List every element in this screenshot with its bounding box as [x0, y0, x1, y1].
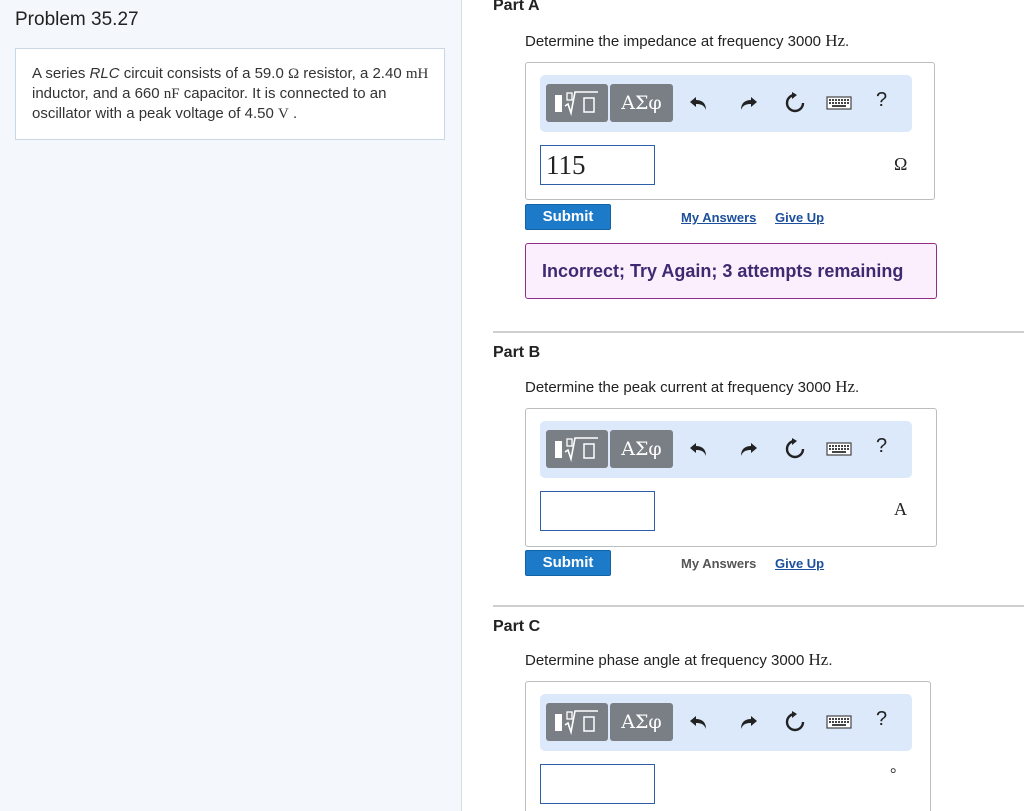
parts-panel: Part A Determine the impedance at freque…: [462, 0, 1024, 811]
undo-icon[interactable]: [684, 434, 714, 464]
part-a-submit-button[interactable]: Submit: [525, 204, 611, 230]
part-a-title: Part A: [493, 0, 540, 14]
part-c-title: Part C: [493, 618, 541, 635]
part-b-my-answers-link[interactable]: My Answers: [681, 556, 756, 571]
help-button[interactable]: ?: [876, 89, 887, 112]
divider: [493, 331, 1024, 333]
reset-icon[interactable]: [780, 707, 810, 737]
divider: [493, 605, 1024, 607]
symbols-button[interactable]: ΑΣφ: [610, 703, 673, 741]
part-a-question: Determine the impedance at frequency 300…: [525, 31, 850, 50]
symbols-button[interactable]: ΑΣφ: [610, 430, 673, 468]
keyboard-icon[interactable]: [824, 88, 854, 118]
template-icon: [555, 710, 598, 735]
help-button[interactable]: ?: [876, 708, 887, 731]
keyboard-icon[interactable]: [824, 707, 854, 737]
part-a-unit: Ω: [894, 154, 908, 174]
math-toolbar: ΑΣφ ?: [540, 75, 912, 132]
part-c-answer-input[interactable]: [540, 764, 655, 804]
part-b-question: Determine the peak current at frequency …: [525, 377, 860, 396]
help-button[interactable]: ?: [876, 435, 887, 458]
part-b-submit-button[interactable]: Submit: [525, 550, 611, 576]
template-icon: [555, 91, 598, 116]
reset-icon[interactable]: [780, 88, 810, 118]
part-a-answer-box: ΑΣφ ? 115 Ω: [525, 62, 935, 200]
part-b-give-up-link[interactable]: Give Up: [775, 556, 824, 571]
templates-button[interactable]: [546, 430, 608, 468]
templates-button[interactable]: [546, 84, 608, 122]
math-toolbar: ΑΣφ ?: [540, 421, 912, 478]
undo-icon[interactable]: [684, 707, 714, 737]
part-c-answer-box: ΑΣφ ? °: [525, 681, 931, 811]
part-b-answer-box: ΑΣφ ? A: [525, 408, 937, 547]
keyboard-icon[interactable]: [824, 434, 854, 464]
part-c-question: Determine phase angle at frequency 3000 …: [525, 650, 833, 669]
templates-button[interactable]: [546, 703, 608, 741]
redo-icon[interactable]: [733, 88, 763, 118]
part-c-unit: °: [890, 766, 897, 783]
template-icon: [555, 437, 598, 462]
part-b-title: Part B: [493, 344, 541, 361]
part-b-unit: A: [894, 499, 907, 519]
redo-icon[interactable]: [733, 434, 763, 464]
part-a-answer-input[interactable]: 115: [540, 145, 655, 185]
undo-icon[interactable]: [684, 88, 714, 118]
problem-panel: Problem 35.27 A series RLC circuit consi…: [0, 0, 462, 811]
part-a-feedback: Incorrect; Try Again; 3 attempts remaini…: [525, 243, 937, 299]
redo-icon[interactable]: [733, 707, 763, 737]
problem-statement: A series RLC circuit consists of a 59.0 …: [15, 48, 445, 140]
reset-icon[interactable]: [780, 434, 810, 464]
part-a-my-answers-link[interactable]: My Answers: [681, 210, 756, 225]
symbols-button[interactable]: ΑΣφ: [610, 84, 673, 122]
math-toolbar: ΑΣφ ?: [540, 694, 912, 751]
part-a-give-up-link[interactable]: Give Up: [775, 210, 824, 225]
part-b-answer-input[interactable]: [540, 491, 655, 531]
problem-title: Problem 35.27: [15, 9, 139, 30]
